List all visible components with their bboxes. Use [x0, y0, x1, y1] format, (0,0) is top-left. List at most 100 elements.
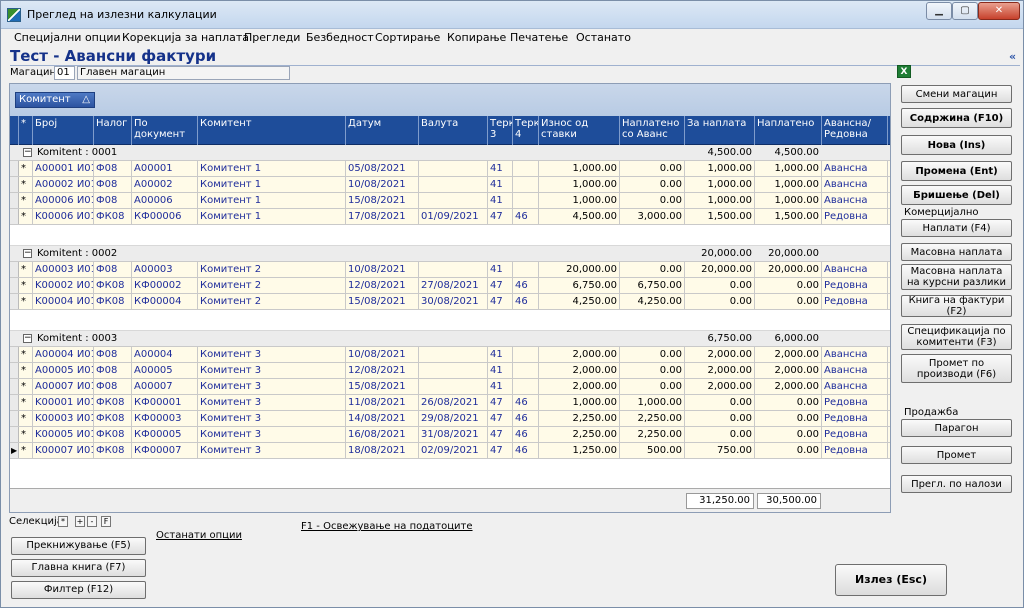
table-cell[interactable]: КФ00005 — [132, 427, 198, 442]
review-by-orders-button[interactable]: Прегл. по налози — [901, 475, 1012, 493]
table-cell[interactable]: Редовна — [822, 443, 888, 458]
warehouse-code-field[interactable]: 01 — [54, 66, 75, 80]
table-cell[interactable]: 3,000.00 — [620, 209, 685, 224]
table-cell[interactable]: A00003 И01 — [33, 262, 94, 277]
table-cell[interactable]: A00006 — [132, 193, 198, 208]
table-cell[interactable]: 0.00 — [620, 161, 685, 176]
table-cell[interactable]: Комитент 3 — [198, 443, 346, 458]
table-cell[interactable]: * — [19, 347, 33, 362]
exit-button[interactable]: Излез (Esc) — [835, 564, 947, 596]
table-cell[interactable]: 47 — [488, 411, 513, 426]
column-header[interactable]: Број — [33, 116, 94, 145]
table-cell[interactable]: 0.00 — [685, 395, 755, 410]
table-cell[interactable]: 10/08/2021 — [346, 347, 419, 362]
table-cell[interactable]: A00007 И01 — [33, 379, 94, 394]
table-cell[interactable] — [513, 177, 539, 192]
table-cell[interactable]: * — [19, 427, 33, 442]
table-cell[interactable]: K00003 И01 — [33, 411, 94, 426]
table-cell[interactable] — [419, 177, 488, 192]
table-row[interactable]: * K00006 И01 ФК08 КФ00006 Комитент 1 17/08/20… — [10, 209, 890, 225]
column-header[interactable]: Наплатено со Аванс — [620, 116, 685, 145]
table-row[interactable]: * A00006 И01 Ф08 A00006 Комитент 1 15/08/2021… — [10, 193, 890, 209]
collapse-group-icon[interactable]: − — [23, 148, 32, 157]
table-cell[interactable]: 0.00 — [620, 193, 685, 208]
table-cell[interactable]: Комитент 3 — [198, 347, 346, 362]
table-row[interactable]: * A00001 И01 Ф08 A00001 Комитент 1 05/08/2021… — [10, 161, 890, 177]
column-header[interactable]: По документ — [132, 116, 198, 145]
filter-button[interactable]: Филтер (F12) — [11, 581, 146, 599]
table-cell[interactable]: КФ00004 — [132, 294, 198, 309]
table-cell[interactable]: ФК08 — [94, 294, 132, 309]
change-warehouse-button[interactable]: Смени магацин — [901, 85, 1012, 103]
table-cell[interactable]: 0.00 — [755, 395, 822, 410]
table-cell[interactable]: K00002 И01 — [33, 278, 94, 293]
table-cell[interactable]: Ф08 — [94, 379, 132, 394]
table-cell[interactable]: 10/08/2021 — [346, 262, 419, 277]
table-cell[interactable]: Комитент 3 — [198, 363, 346, 378]
table-cell[interactable]: Комитент 1 — [198, 193, 346, 208]
table-cell[interactable]: 1,000.00 — [539, 193, 620, 208]
table-cell[interactable]: 47 — [488, 278, 513, 293]
table-cell[interactable]: Комитент 1 — [198, 209, 346, 224]
table-cell[interactable]: * — [19, 379, 33, 394]
table-cell[interactable]: 1,000.00 — [685, 161, 755, 176]
table-cell[interactable]: 46 — [513, 209, 539, 224]
table-cell[interactable]: 2,000.00 — [539, 363, 620, 378]
table-cell[interactable]: 11/08/2021 — [346, 395, 419, 410]
table-cell[interactable]: 47 — [488, 443, 513, 458]
table-cell[interactable] — [419, 161, 488, 176]
turnover-button[interactable]: Промет — [901, 446, 1012, 464]
table-cell[interactable]: 0.00 — [755, 427, 822, 442]
row-indicator[interactable] — [10, 427, 19, 442]
table-cell[interactable]: 1,000.00 — [685, 177, 755, 192]
table-cell[interactable]: 2,000.00 — [755, 347, 822, 362]
table-cell[interactable]: ФК08 — [94, 395, 132, 410]
table-cell[interactable]: 46 — [513, 411, 539, 426]
table-cell[interactable]: A00004 И01 — [33, 347, 94, 362]
table-row[interactable]: * K00005 И01 ФК08 КФ00005 Комитент 3 16/08/20… — [10, 427, 890, 443]
table-cell[interactable]: A00006 И01 — [33, 193, 94, 208]
table-cell[interactable]: Авансна — [822, 379, 888, 394]
table-cell[interactable]: 47 — [488, 427, 513, 442]
row-indicator[interactable] — [10, 363, 19, 378]
menu-sorting[interactable]: Сортирање — [375, 31, 440, 44]
table-cell[interactable]: Комитент 2 — [198, 294, 346, 309]
table-cell[interactable]: 26/08/2021 — [419, 395, 488, 410]
table-cell[interactable]: 2,250.00 — [539, 411, 620, 426]
table-cell[interactable]: K00005 И01 — [33, 427, 94, 442]
mass-payment-fx-button[interactable]: Масовна наплата на курсни разлики — [901, 264, 1012, 290]
table-cell[interactable]: K00004 И01 — [33, 294, 94, 309]
table-cell[interactable]: 4,500.00 — [539, 209, 620, 224]
table-cell[interactable]: 15/08/2021 — [346, 379, 419, 394]
excel-export-icon[interactable]: X — [897, 65, 911, 78]
table-cell[interactable]: 0.00 — [620, 177, 685, 192]
invoices-grid[interactable]: Комитент △ * Број Налог По документ Комитент… — [9, 83, 891, 513]
table-cell[interactable]: 15/08/2021 — [346, 294, 419, 309]
table-cell[interactable]: Комитент 2 — [198, 262, 346, 277]
mass-payment-button[interactable]: Масовна наплата — [901, 243, 1012, 261]
table-cell[interactable]: A00002 И01 — [33, 177, 94, 192]
rebook-button[interactable]: Прекнижување (F5) — [11, 537, 146, 555]
row-indicator[interactable] — [10, 347, 19, 362]
table-cell[interactable]: * — [19, 161, 33, 176]
row-indicator[interactable] — [10, 278, 19, 293]
table-cell[interactable]: 15/08/2021 — [346, 193, 419, 208]
table-cell[interactable]: 20,000.00 — [685, 262, 755, 277]
table-cell[interactable]: Ф08 — [94, 347, 132, 362]
table-cell[interactable] — [419, 193, 488, 208]
table-cell[interactable] — [513, 193, 539, 208]
select-remove-button[interactable]: - — [87, 516, 97, 527]
group-row[interactable]: − Komitent : 0002 20,000.00 20,000.00 — [10, 246, 890, 262]
table-cell[interactable]: * — [19, 443, 33, 458]
table-cell[interactable]: * — [19, 262, 33, 277]
maximize-button[interactable]: ▢ — [952, 2, 978, 20]
menu-payment-correction[interactable]: Корекција за наплата — [122, 31, 249, 44]
table-cell[interactable]: A00005 И01 — [33, 363, 94, 378]
table-cell[interactable]: 1,000.00 — [755, 177, 822, 192]
table-cell[interactable]: * — [19, 411, 33, 426]
table-cell[interactable]: 1,500.00 — [755, 209, 822, 224]
table-cell[interactable]: Авансна — [822, 193, 888, 208]
column-header[interactable]: Авансна/ Редовна — [822, 116, 888, 145]
table-row[interactable]: * A00004 И01 Ф08 A00004 Комитент 3 10/08/2021… — [10, 347, 890, 363]
group-row[interactable]: − Komitent : 0001 4,500.00 4,500.00 — [10, 145, 890, 161]
